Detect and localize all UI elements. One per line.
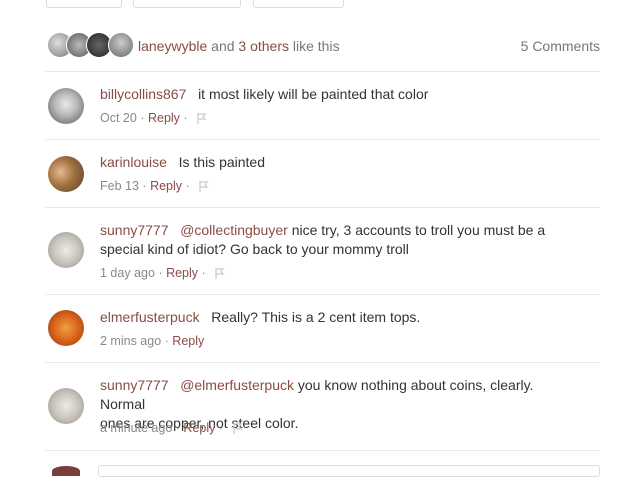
comment-text: Is this painted	[178, 154, 265, 170]
meta-separator: ·	[183, 111, 188, 125]
comment-text-cont: special kind of idiot? Go back to your m…	[100, 241, 409, 257]
reply-button[interactable]: Reply	[166, 266, 198, 280]
others-link[interactable]: 3 others	[238, 38, 289, 54]
comment-mention[interactable]: @elmerfusterpuck	[180, 377, 294, 393]
meta-separator: ·	[140, 111, 145, 125]
meta-separator: ·	[185, 179, 190, 193]
meta-separator: ·	[175, 421, 180, 435]
current-user-avatar	[52, 466, 80, 476]
reply-button[interactable]: Reply	[172, 334, 204, 348]
comment-username[interactable]: sunny7777	[100, 222, 169, 238]
comment-meta: 1 day ago · Reply ·	[100, 266, 225, 280]
flag-icon[interactable]	[215, 268, 225, 280]
divider	[45, 71, 600, 72]
meta-separator: ·	[164, 334, 169, 348]
likes-row: laneywyble and 3 others like this 5 Comm…	[47, 32, 600, 58]
comment-avatar[interactable]	[48, 88, 84, 124]
comment-date: 2 mins ago	[100, 334, 162, 348]
flag-icon[interactable]	[197, 113, 207, 125]
reply-button[interactable]: Reply	[183, 421, 215, 435]
comment-line: billycollins867 it most likely will be p…	[100, 85, 580, 104]
comment-meta: 2 mins ago · Reply	[100, 334, 204, 348]
comment-mention[interactable]: @collectingbuyer	[180, 222, 288, 238]
comments-count: 5 Comments	[520, 38, 600, 54]
likes-text: laneywyble and 3 others like this	[138, 38, 340, 54]
comment-username[interactable]: karinlouise	[100, 154, 167, 170]
comment-avatar[interactable]	[48, 310, 84, 346]
divider	[45, 207, 600, 208]
meta-separator: ·	[142, 179, 147, 193]
meta-separator: ·	[158, 266, 163, 280]
comment-input[interactable]	[98, 465, 600, 477]
flag-icon[interactable]	[232, 423, 243, 435]
comment-username[interactable]: sunny7777	[100, 377, 169, 393]
top-button-2[interactable]	[133, 0, 241, 8]
comment-username[interactable]: billycollins867	[100, 86, 186, 102]
comment-date: Oct 20	[100, 111, 137, 125]
reply-button[interactable]: Reply	[148, 111, 180, 125]
meta-separator: ·	[201, 266, 206, 280]
comment-line: elmerfusterpuck Really? This is a 2 cent…	[100, 308, 580, 327]
comment-avatar[interactable]	[48, 388, 84, 424]
divider	[45, 294, 600, 295]
comment-meta: a minute ago · Reply ·	[100, 421, 243, 435]
liker-user-link[interactable]: laneywyble	[138, 38, 207, 54]
top-button-3[interactable]	[253, 0, 344, 8]
comment-text: nice try, 3 accounts to troll you must b…	[291, 222, 546, 238]
reply-button[interactable]: Reply	[150, 179, 182, 193]
comment-meta: Feb 13 · Reply ·	[100, 179, 209, 193]
comment-line: sunny7777 @collectingbuyer nice try, 3 a…	[100, 221, 580, 259]
likes-and: and	[211, 38, 235, 54]
comment-avatar[interactable]	[48, 232, 84, 268]
likes-suffix: like this	[292, 38, 340, 54]
flag-icon[interactable]	[199, 181, 209, 193]
comment-date: Feb 13	[100, 179, 139, 193]
comment-text: Really? This is a 2 cent item tops.	[211, 309, 421, 325]
meta-separator: ·	[218, 421, 224, 435]
comment-avatar[interactable]	[48, 156, 84, 192]
top-button-1[interactable]	[46, 0, 122, 8]
comment-date: 1 day ago	[100, 266, 155, 280]
comment-text: it most likely will be painted that colo…	[198, 86, 429, 102]
divider	[45, 139, 600, 140]
comment-line: karinlouise Is this painted	[100, 153, 580, 172]
comment-date: a minute ago	[100, 421, 173, 435]
divider	[45, 450, 600, 451]
liker-avatar[interactable]	[108, 32, 134, 58]
comment-meta: Oct 20 · Reply ·	[100, 111, 207, 125]
comment-username[interactable]: elmerfusterpuck	[100, 309, 200, 325]
divider	[45, 362, 600, 363]
